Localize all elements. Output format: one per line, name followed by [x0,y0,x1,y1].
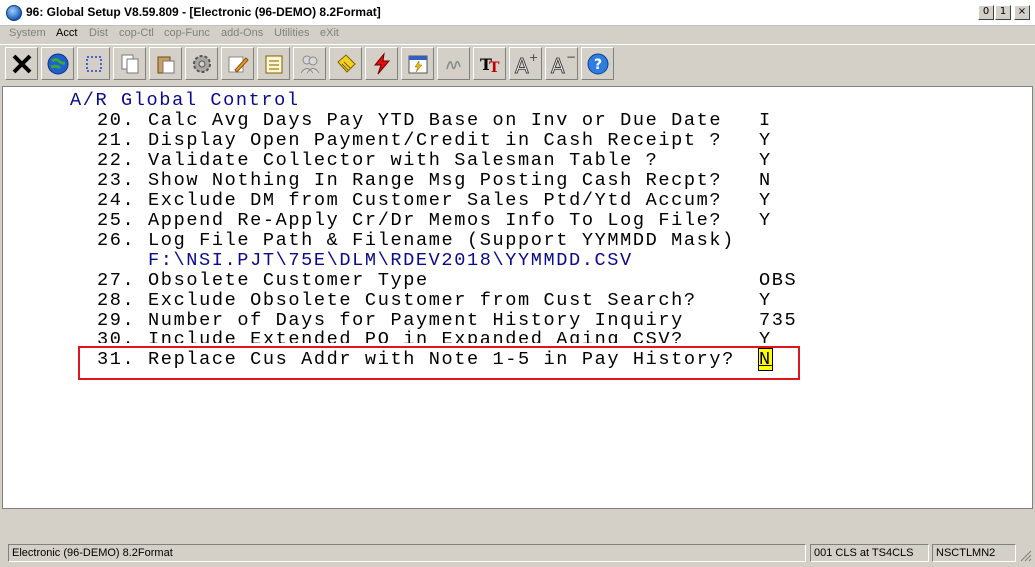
setting-row-24[interactable]: 24. Exclude DM from Customer Sales Ptd/Y… [97,191,722,211]
notes-icon[interactable] [257,47,290,80]
row-label: Display Open Payment/Credit in Cash Rece… [148,130,723,151]
svg-text:A: A [551,54,565,77]
help-icon[interactable]: ? [581,47,614,80]
row-number: 25. [97,210,136,231]
setting-row-30[interactable]: 30. Include Extended PO in Expanded Agin… [97,330,684,343]
menu-bar: System Acct Dist cop-Ctl cop-Func add-On… [0,26,1035,44]
menu-exit[interactable]: eXit [320,27,339,39]
row-number: 24. [97,190,136,211]
row-label: Obsolete Customer Type [148,270,429,291]
toolbar: TT A + A − ? [0,44,1035,84]
title-bar: 96: Global Setup V8.59.809 - [Electronic… [0,0,1035,26]
row-label: Include Extended PO in Expanded Aging CS… [148,330,684,343]
row-label: Log File Path & Filename (Support YYMMDD… [148,230,735,251]
status-company: Electronic (96-DEMO) 8.2Format [8,544,806,562]
globe-icon[interactable] [41,47,74,80]
setting-row-22[interactable]: 22. Validate Collector with Salesman Tab… [97,151,658,171]
setting-row-20[interactable]: 20. Calc Avg Days Pay YTD Base on Inv or… [97,111,722,131]
window-title: 96: Global Setup V8.59.809 - [Electronic… [26,5,381,19]
application-window: 96: Global Setup V8.59.809 - [Electronic… [0,0,1035,567]
setting-row-25[interactable]: 25. Append Re-Apply Cr/Dr Memos Info To … [97,211,722,231]
lightning-icon[interactable] [365,47,398,80]
row-label: Show Nothing In Range Msg Posting Cash R… [148,170,723,191]
setting-value-29[interactable]: 735 [759,311,797,331]
row-number: 26. [97,230,136,251]
svg-text:−: − [566,51,575,64]
status-program: NSCTLMN2 [932,544,1016,562]
setting-value-21[interactable]: Y [759,131,772,151]
menu-acct[interactable]: Acct [56,27,77,39]
setting-row-26[interactable]: 26. Log File Path & Filename (Support YY… [97,231,735,251]
maximize-button[interactable]: 1 [995,5,1011,20]
setting-value-20[interactable]: I [759,111,772,131]
highlight-annotation-box [78,346,800,380]
setting-value-28[interactable]: Y [759,291,772,311]
menu-add-ons[interactable]: add-Ons [221,27,263,39]
status-user: 001 CLS at TS4CLS [810,544,929,562]
setting-row-28[interactable]: 28. Exclude Obsolete Customer from Cust … [97,291,697,311]
calendar-icon[interactable] [401,47,434,80]
setting-value-25[interactable]: Y [759,211,772,231]
lower-pane [2,510,1033,540]
svg-text:T: T [489,60,500,75]
row-number: 20. [97,110,136,131]
row-label: Exclude DM from Customer Sales Ptd/Ytd A… [148,190,723,211]
menu-cop-ctl[interactable]: cop-Ctl [119,27,154,39]
svg-text:A: A [515,54,529,77]
font-decrease-icon[interactable]: A − [545,47,578,80]
row-number: 21. [97,130,136,151]
select-rect-icon[interactable] [77,47,110,80]
row-label: Number of Days for Payment History Inqui… [148,310,684,331]
setting-value-23[interactable]: N [759,171,772,191]
setting-value-27[interactable]: OBS [759,271,797,291]
row-number: 23. [97,170,136,191]
paste-icon[interactable] [149,47,182,80]
row-number: 22. [97,150,136,171]
font-increase-icon[interactable]: A + [509,47,542,80]
copy-icon[interactable] [113,47,146,80]
edit-pencil-icon[interactable] [221,47,254,80]
setting-value-24[interactable]: Y [759,191,772,211]
setting-row-21[interactable]: 21. Display Open Payment/Credit in Cash … [97,131,722,151]
row-number: 27. [97,270,136,291]
setting-value-30[interactable]: Y [759,330,772,343]
signature-icon[interactable] [437,47,470,80]
minimize-button[interactable]: 0 [978,5,994,20]
terminal-screen[interactable]: A/R Global Control 20. Calc Avg Days Pay… [2,86,1033,509]
row-number: 29. [97,310,136,331]
tag-icon[interactable] [329,47,362,80]
close-button[interactable]: × [1014,5,1030,20]
menu-utilities[interactable]: Utilities [274,27,309,39]
menu-cop-func[interactable]: cop-Func [164,27,210,39]
row-number: 30. [97,330,136,343]
svg-text:+: + [529,51,538,64]
status-bar: Electronic (96-DEMO) 8.2Format 001 CLS a… [0,542,1035,567]
gear-icon[interactable] [185,47,218,80]
font-tt-icon[interactable]: TT [473,47,506,80]
menu-dist[interactable]: Dist [89,27,108,39]
menu-system[interactable]: System [9,27,46,39]
close-x-icon[interactable] [5,47,38,80]
screen-heading: A/R Global Control [70,90,300,111]
resize-grip-icon[interactable] [1018,548,1032,562]
row-label: Exclude Obsolete Customer from Cust Sear… [148,290,697,311]
app-globe-icon[interactable] [6,5,22,21]
setting-row-29[interactable]: 29. Number of Days for Payment History I… [97,311,684,331]
setting-value-22[interactable]: Y [759,151,772,171]
setting-row-27[interactable]: 27. Obsolete Customer Type [97,271,429,291]
row-label: Validate Collector with Salesman Table ? [148,150,659,171]
people-icon[interactable] [293,47,326,80]
row-label: Append Re-Apply Cr/Dr Memos Info To Log … [148,210,723,231]
row-number: 28. [97,290,136,311]
setting-row-23[interactable]: 23. Show Nothing In Range Msg Posting Ca… [97,171,722,191]
log-path-value[interactable]: F:\NSI.PJT\75E\DLM\RDEV2018\YYMMDD.CSV [148,251,633,271]
row-label: Calc Avg Days Pay YTD Base on Inv or Due… [148,110,723,131]
svg-text:?: ? [594,57,602,73]
